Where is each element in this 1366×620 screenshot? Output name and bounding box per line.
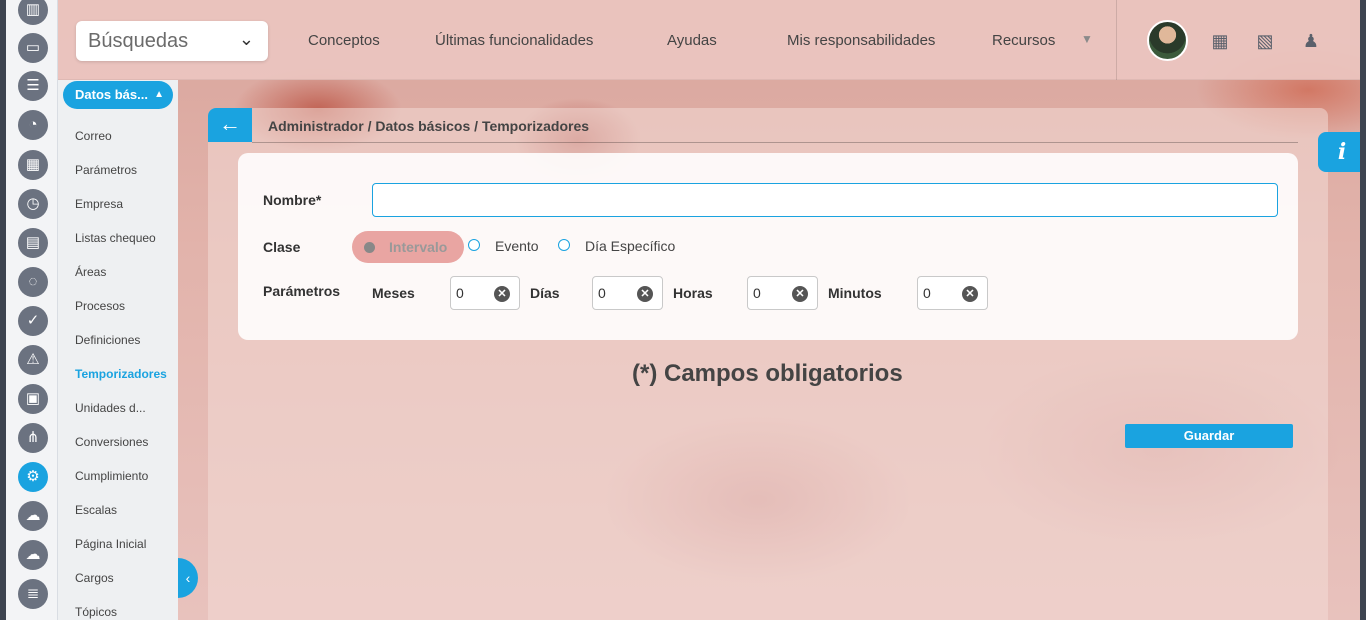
sidebar-item-parametros[interactable]: Parámetros — [75, 163, 137, 177]
sidebar-item-listas-chequeo[interactable]: Listas chequeo — [75, 231, 156, 245]
clock-icon[interactable]: ◷ — [18, 189, 48, 219]
sidebar-item-correo[interactable]: Correo — [75, 129, 112, 143]
sidebar-item-topicos[interactable]: Tópicos — [75, 605, 117, 619]
timer-form: Nombre* Clase Intervalo Evento Día Espec… — [238, 153, 1298, 340]
params-label: Parámetros — [263, 283, 341, 299]
breadcrumb-divider — [252, 142, 1298, 143]
avatar[interactable] — [1147, 20, 1188, 61]
chart-icon[interactable]: ▥ — [18, 0, 48, 25]
required-fields-note: (*) Campos obligatorios — [632, 360, 903, 387]
sidebar-item-cumplimiento[interactable]: Cumplimiento — [75, 469, 148, 483]
months-label: Meses — [372, 285, 415, 301]
days-value: 0 — [598, 285, 606, 301]
class-option-dia-label[interactable]: Día Específico — [585, 238, 675, 254]
sidebar-item-empresa[interactable]: Empresa — [75, 197, 123, 211]
header-divider — [1116, 0, 1117, 80]
nav-conceptos[interactable]: Conceptos — [308, 32, 380, 49]
top-header: Búsquedas ⌄ Conceptos Últimas funcionali… — [58, 0, 1366, 80]
breadcrumb: Administrador / Datos básicos / Temporiz… — [268, 118, 590, 134]
warning-icon[interactable]: ⚠ — [18, 345, 48, 375]
section-toggle[interactable]: Datos bás... ▲ — [63, 81, 173, 109]
chevron-down-icon: ⌄ — [238, 29, 254, 49]
pie-chart-icon[interactable]: ◔ — [18, 110, 48, 140]
hours-value: 0 — [753, 285, 761, 301]
nav-recursos[interactable]: Recursos — [992, 32, 1055, 49]
caret-down-icon[interactable]: ▼ — [1081, 32, 1093, 46]
nav-mis-responsabilidades[interactable]: Mis responsabilidades — [787, 32, 935, 49]
clear-icon[interactable]: ✕ — [962, 286, 978, 302]
map-icon[interactable]: ▧ — [1254, 30, 1276, 52]
sidebar-item-escalas[interactable]: Escalas — [75, 503, 117, 517]
app-rail: ▥ ▭ ☰ ◔ ▦ ◷ ▤ ◌ ✓ ⚠ ▣ ⋔ ⚙ ☁ ☁ ≣ — [0, 0, 58, 620]
info-icon[interactable]: i — [1318, 132, 1366, 172]
sidebar-item-areas[interactable]: Áreas — [75, 265, 106, 279]
clear-icon[interactable]: ✕ — [792, 286, 808, 302]
days-label: Días — [530, 285, 560, 301]
sidebar-item-pagina-inicial[interactable]: Página Inicial — [75, 537, 146, 551]
cloud-icon[interactable]: ☁ — [18, 540, 48, 570]
window-edge-right — [1360, 0, 1366, 620]
months-value: 0 — [456, 285, 464, 301]
presentation-icon[interactable]: ▭ — [18, 33, 48, 63]
class-option-label: Intervalo — [389, 239, 448, 255]
cloud-settings-icon[interactable]: ☁ — [18, 501, 48, 531]
gear-icon[interactable]: ⚙ — [18, 462, 48, 492]
hours-label: Horas — [673, 285, 713, 301]
list-icon[interactable]: ≣ — [18, 579, 48, 609]
map-icon[interactable]: ▦ — [18, 150, 48, 180]
class-option-evento-radio[interactable] — [468, 239, 480, 251]
months-field[interactable]: 0 ✕ — [450, 276, 520, 310]
hours-field[interactable]: 0 ✕ — [747, 276, 818, 310]
back-arrow-icon[interactable]: ← — [208, 108, 252, 142]
radio-selected-icon — [364, 242, 375, 253]
sidebar-item-cargos[interactable]: Cargos — [75, 571, 114, 585]
days-field[interactable]: 0 ✕ — [592, 276, 663, 310]
minutes-field[interactable]: 0 ✕ — [917, 276, 988, 310]
sidebar-item-procesos[interactable]: Procesos — [75, 299, 125, 313]
search-dropdown[interactable]: Búsquedas ⌄ — [76, 21, 268, 61]
save-button[interactable]: Guardar — [1125, 424, 1293, 448]
clear-icon[interactable]: ✕ — [494, 286, 510, 302]
document-icon[interactable]: ▤ — [18, 228, 48, 258]
section-label: Datos bás... — [75, 87, 148, 102]
window-edge — [0, 0, 6, 620]
clear-icon[interactable]: ✕ — [637, 286, 653, 302]
bell-icon[interactable]: ♟ — [1300, 30, 1322, 52]
network-icon[interactable]: ⋔ — [18, 423, 48, 453]
caret-up-icon: ▲ — [154, 89, 164, 100]
nav-ultimas-funcionalidades[interactable]: Últimas funcionalidades — [435, 32, 593, 49]
calendar-icon[interactable]: ▣ — [18, 384, 48, 414]
minutes-value: 0 — [923, 285, 931, 301]
calendar-icon[interactable]: ▦ — [1209, 30, 1231, 52]
sidebar-item-definiciones[interactable]: Definiciones — [75, 333, 140, 347]
class-label: Clase — [263, 239, 301, 255]
nav-ayudas[interactable]: Ayudas — [667, 32, 717, 49]
main-panel: ← Administrador / Datos básicos / Tempor… — [208, 108, 1328, 620]
class-option-evento-label[interactable]: Evento — [495, 238, 539, 254]
name-field[interactable] — [372, 183, 1278, 217]
sidebar-item-unidades[interactable]: Unidades d... — [75, 401, 146, 415]
check-icon[interactable]: ✓ — [18, 306, 48, 336]
secondary-sidebar: Datos bás... ▲ Correo Parámetros Empresa… — [58, 80, 178, 620]
sidebar-item-conversiones[interactable]: Conversiones — [75, 435, 148, 449]
minutes-label: Minutos — [828, 285, 882, 301]
cycle-icon[interactable]: ◌ — [18, 267, 48, 297]
class-option-dia-radio[interactable] — [558, 239, 570, 251]
gantt-icon[interactable]: ☰ — [18, 71, 48, 101]
search-label: Búsquedas — [88, 30, 189, 52]
sidebar-item-temporizadores[interactable]: Temporizadores — [75, 367, 167, 381]
name-label: Nombre* — [263, 192, 322, 208]
class-option-intervalo[interactable]: Intervalo — [352, 231, 464, 263]
